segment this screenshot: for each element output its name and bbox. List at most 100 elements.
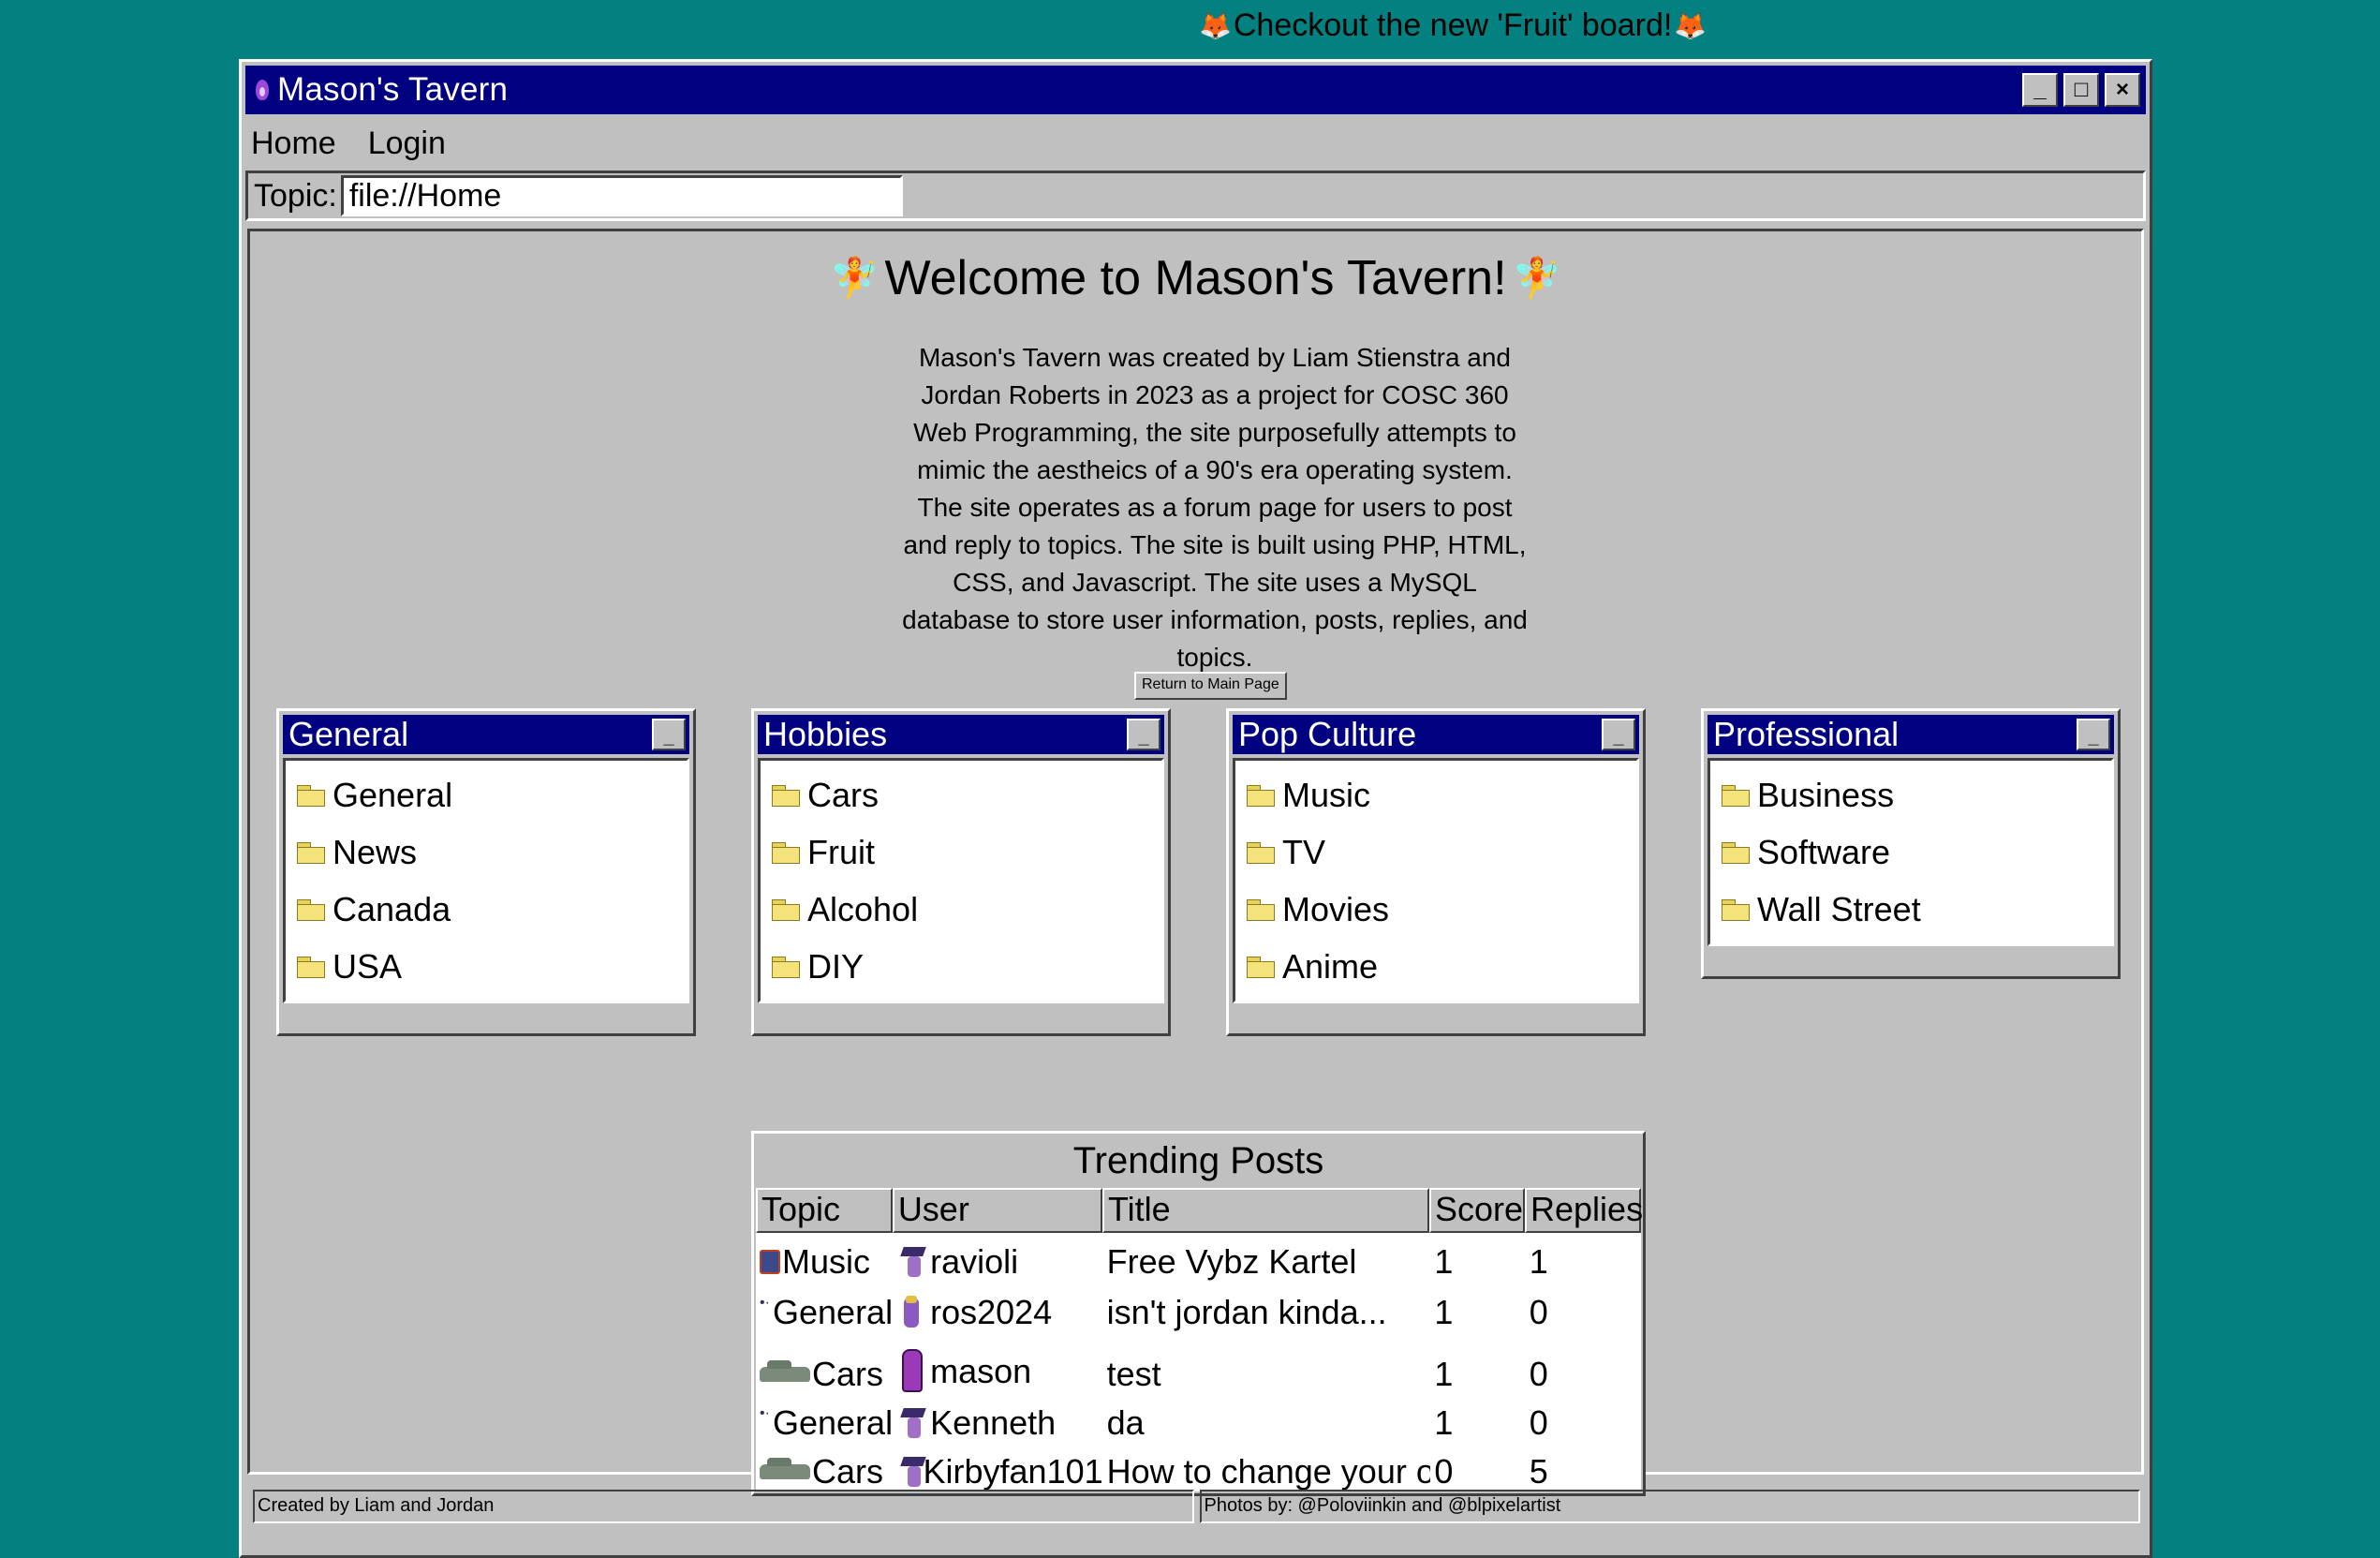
category-window-hobbies: Hobbies _ Cars Fruit Alcohol DIY xyxy=(751,708,1171,1036)
category-minimize-button[interactable]: _ xyxy=(2077,719,2110,750)
return-main-page-button[interactable]: Return to Main Page xyxy=(1134,672,1287,700)
folder-icon xyxy=(772,956,800,978)
witch-avatar-icon xyxy=(896,1245,928,1279)
board-link-fruit[interactable]: Fruit xyxy=(761,824,1161,881)
score-cell: 1 xyxy=(1434,1355,1454,1393)
board-label: Business xyxy=(1757,775,1895,814)
column-header-title[interactable]: Title xyxy=(1101,1188,1430,1233)
board-label: Alcohol xyxy=(807,889,919,928)
cloak-avatar-icon xyxy=(896,1349,928,1394)
table-row[interactable]: General ros2024 isn't jordan kinda... 1 … xyxy=(756,1282,1641,1332)
trending-posts-panel: Trending Posts Topic User Title Score Re… xyxy=(751,1131,1646,1496)
user-cell[interactable]: ravioli xyxy=(893,1242,1103,1282)
replies-cell: 0 xyxy=(1529,1355,1548,1393)
minimize-button[interactable]: _ xyxy=(2022,73,2058,107)
board-link-anime[interactable]: Anime xyxy=(1235,938,1636,995)
folder-icon xyxy=(772,841,800,864)
topic-text: General xyxy=(773,1293,894,1331)
board-link-business[interactable]: Business xyxy=(1710,766,2111,824)
table-row[interactable]: General Kenneth da 1 0 xyxy=(756,1394,1641,1443)
category-footer xyxy=(1229,1003,1643,1033)
column-header-user[interactable]: User xyxy=(892,1188,1102,1233)
category-minimize-button[interactable]: _ xyxy=(1602,719,1635,750)
board-link-usa[interactable]: USA xyxy=(286,938,687,995)
user-cell[interactable]: mason xyxy=(893,1349,1103,1394)
folder-icon xyxy=(297,841,325,864)
title-cell[interactable]: isn't jordan kinda... xyxy=(1103,1293,1431,1332)
board-link-music[interactable]: Music xyxy=(1235,766,1636,824)
welcome-heading-row: 🧚 Welcome to Mason's Tavern! 🧚 xyxy=(250,250,2141,306)
fox-icon: 🦊 xyxy=(1199,11,1232,40)
column-header-topic[interactable]: Topic xyxy=(756,1188,893,1233)
column-header-score[interactable]: Score xyxy=(1429,1188,1526,1233)
board-label: Music xyxy=(1282,775,1371,814)
board-label: DIY xyxy=(807,946,865,986)
close-button[interactable]: × xyxy=(2105,73,2140,107)
category-minimize-button[interactable]: _ xyxy=(652,719,686,750)
menu-login[interactable]: Login xyxy=(368,126,446,162)
category-title-bar[interactable]: General _ xyxy=(283,715,689,754)
category-list: Music TV Movies Anime xyxy=(1233,758,1639,1003)
topic-cell[interactable]: General xyxy=(756,1403,893,1443)
board-label: Movies xyxy=(1282,889,1390,928)
board-link-news[interactable]: News xyxy=(286,824,687,881)
category-title: General xyxy=(288,715,409,753)
user-text: ravioli xyxy=(930,1242,1019,1281)
board-link-alcohol[interactable]: Alcohol xyxy=(761,881,1161,938)
fairy-icon: 🧚 xyxy=(1512,255,1561,300)
column-header-replies[interactable]: Replies xyxy=(1525,1188,1643,1233)
title-bar[interactable]: Mason's Tavern _ □ × xyxy=(245,66,2146,114)
board-link-general[interactable]: General xyxy=(286,766,687,824)
board-label: Wall Street xyxy=(1757,889,1921,928)
category-title-bar[interactable]: Hobbies _ xyxy=(758,715,1164,754)
maximize-button[interactable]: □ xyxy=(2063,73,2099,107)
topic-cell[interactable]: General xyxy=(756,1293,893,1332)
announcement-banner[interactable]: 🦊 Checkout the new 'Fruit' board! 🦊 xyxy=(1199,7,1707,44)
board-link-software[interactable]: Software xyxy=(1710,824,2111,881)
board-link-canada[interactable]: Canada xyxy=(286,881,687,938)
category-minimize-button[interactable]: _ xyxy=(1127,719,1160,750)
score-cell: 1 xyxy=(1434,1403,1454,1442)
category-title: Professional xyxy=(1713,715,1900,753)
board-link-diy[interactable]: DIY xyxy=(761,938,1161,995)
title-cell[interactable]: How to change your o... xyxy=(1103,1452,1431,1491)
user-text: Kirbyfan101 xyxy=(923,1452,1103,1491)
user-cell[interactable]: Kenneth xyxy=(893,1403,1103,1443)
title-cell[interactable]: test xyxy=(1103,1355,1431,1394)
about-text: Mason's Tavern was created by Liam Stien… xyxy=(902,343,1528,672)
folder-icon xyxy=(297,956,325,978)
folder-icon xyxy=(1247,956,1275,978)
category-title-bar[interactable]: Pop Culture _ xyxy=(1233,715,1639,754)
category-title-bar[interactable]: Professional _ xyxy=(1707,715,2114,754)
board-link-cars[interactable]: Cars xyxy=(761,766,1161,824)
table-row[interactable]: Music ravioli Free Vybz Kartel 1 1 xyxy=(756,1233,1641,1282)
announcement-text: Checkout the new 'Fruit' board! xyxy=(1233,7,1673,43)
trending-title: Trending Posts xyxy=(1072,1140,1324,1181)
table-row[interactable]: Cars Kirbyfan101 How to change your o...… xyxy=(756,1443,1641,1491)
user-cell[interactable]: ros2024 xyxy=(893,1293,1103,1332)
topic-address-input[interactable] xyxy=(340,175,903,216)
title-cell[interactable]: Free Vybz Kartel xyxy=(1103,1242,1431,1282)
title-cell[interactable]: da xyxy=(1103,1403,1431,1443)
board-link-tv[interactable]: TV xyxy=(1235,824,1636,881)
category-list: General News Canada USA xyxy=(283,758,689,1003)
board-link-movies[interactable]: Movies xyxy=(1235,881,1636,938)
board-link-wall-street[interactable]: Wall Street xyxy=(1710,881,2111,938)
category-title: Hobbies xyxy=(763,715,888,753)
menu-bar: Home Login xyxy=(251,120,446,167)
folder-icon xyxy=(1722,898,1750,921)
board-label: Fruit xyxy=(807,832,875,871)
user-cell[interactable]: Kirbyfan101 xyxy=(893,1452,1103,1491)
topic-cell[interactable]: Music xyxy=(756,1242,893,1282)
topic-cell[interactable]: Cars xyxy=(756,1355,893,1394)
fox-icon: 🦊 xyxy=(1674,11,1707,40)
topic-cell[interactable]: Cars xyxy=(756,1452,893,1491)
witch-avatar-icon xyxy=(896,1406,928,1440)
menu-home[interactable]: Home xyxy=(251,126,336,162)
topic-text: General xyxy=(773,1403,894,1442)
folder-icon xyxy=(1722,841,1750,864)
category-window-general: General _ General News Canada USA xyxy=(276,708,696,1036)
table-row[interactable]: Cars mason test 1 0 xyxy=(756,1332,1641,1394)
category-list: Business Software Wall Street xyxy=(1707,758,2114,946)
topic-label: Topic: xyxy=(254,177,337,214)
